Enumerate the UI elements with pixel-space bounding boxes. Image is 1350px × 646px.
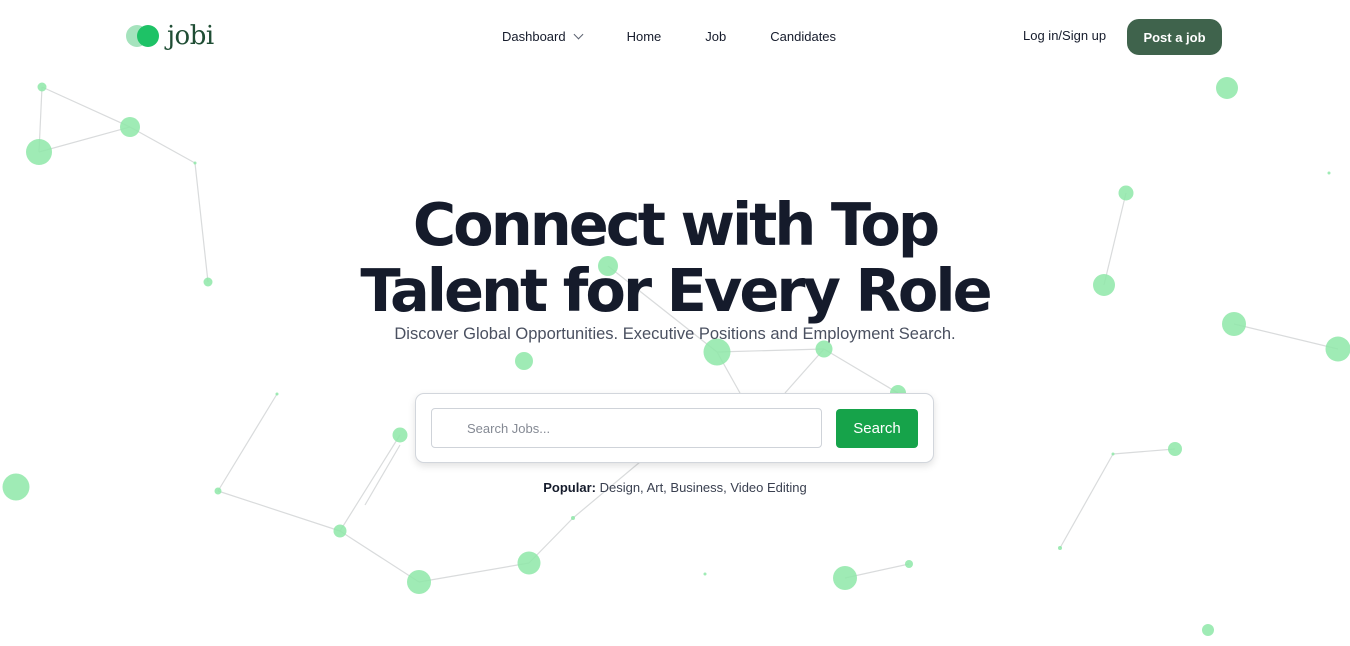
network-node (1168, 442, 1182, 456)
nav-item-candidates[interactable]: Candidates (770, 29, 836, 44)
network-node (1118, 185, 1134, 201)
brand-logo[interactable]: jobi (126, 20, 214, 52)
network-node (26, 139, 52, 165)
hero-title-line-2: Talent for Every Role (360, 256, 992, 325)
search-button[interactable]: Search (836, 409, 918, 448)
login-signup-link[interactable]: Log in/Sign up (1023, 28, 1106, 43)
network-link (217, 490, 341, 532)
network-link (129, 126, 196, 164)
network-link (1103, 192, 1127, 286)
network-node (193, 161, 197, 165)
network-link (41, 86, 131, 128)
network-node (1058, 546, 1062, 550)
nav-item-label: Home (626, 28, 662, 44)
network-link (716, 348, 825, 353)
network-link (38, 126, 131, 153)
network-node (2, 473, 30, 501)
brand-name: jobi (167, 21, 214, 51)
network-node (1202, 624, 1214, 636)
popular-searches: Popular: Design, Art, Business, Video Ed… (300, 480, 1050, 495)
network-link (1059, 453, 1114, 549)
hero-subtitle: Discover Global Opportunities. Executive… (394, 325, 956, 343)
network-node (392, 427, 408, 443)
chevron-down-icon (573, 29, 584, 39)
network-node (37, 82, 47, 92)
nav-item-job[interactable]: Job (705, 29, 726, 44)
logo-icon (126, 23, 162, 49)
network-node (407, 570, 431, 594)
network-node (1216, 77, 1238, 99)
network-node (833, 566, 857, 590)
network-node (214, 487, 222, 495)
network-node (515, 352, 533, 370)
post-job-button[interactable]: Post a job (1127, 19, 1222, 55)
network-node (1093, 274, 1115, 296)
hero-title-line-1: Connect with Top (412, 190, 940, 259)
network-node (1111, 452, 1115, 456)
network-link (194, 162, 209, 283)
network-link (418, 562, 530, 583)
network-link (823, 348, 899, 394)
hero-title: Connect with Top Talent for Every Role (300, 192, 1050, 324)
network-link (217, 393, 278, 492)
popular-tags[interactable]: Design, Art, Business, Video Editing (600, 480, 807, 495)
network-node (203, 277, 213, 287)
network-node (275, 392, 279, 396)
main-nav: Dashboard Home Job Candidates (502, 26, 836, 46)
nav-item-label: Dashboard (502, 28, 566, 44)
network-link (1233, 323, 1339, 350)
nav-item-label: Job (705, 28, 727, 44)
network-link (339, 530, 420, 583)
network-node (333, 524, 347, 538)
network-link (364, 444, 401, 506)
nav-item-label: Candidates (770, 28, 837, 44)
network-node (1327, 171, 1331, 175)
network-link (1112, 448, 1176, 455)
network-node (517, 551, 541, 575)
search-card: Search (415, 393, 934, 463)
top-navbar: jobi Dashboard Home Job Candidates Log i… (0, 0, 1350, 72)
search-input[interactable] (431, 408, 822, 448)
network-node (703, 572, 707, 576)
network-node (120, 117, 140, 137)
nav-item-home[interactable]: Home (627, 29, 662, 44)
nav-item-dashboard[interactable]: Dashboard (502, 28, 584, 44)
popular-label: Popular: (543, 480, 596, 495)
network-node (905, 560, 913, 568)
network-node (1325, 336, 1350, 362)
network-node (571, 516, 575, 520)
network-link (784, 348, 825, 394)
network-node (1222, 312, 1246, 336)
